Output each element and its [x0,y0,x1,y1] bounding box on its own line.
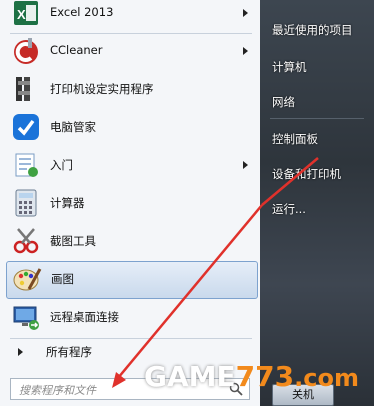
watermark-text-c: .com [294,364,359,392]
annotation-arrows [112,157,319,388]
watermark-text-a: GAME [144,360,236,393]
watermark-text-b: 773 [235,360,295,393]
arrow-line-upper [261,157,319,206]
arrow-line-to-search [117,204,263,379]
watermark: GAME773.com [144,360,359,393]
arrow-head-icon [112,372,126,388]
